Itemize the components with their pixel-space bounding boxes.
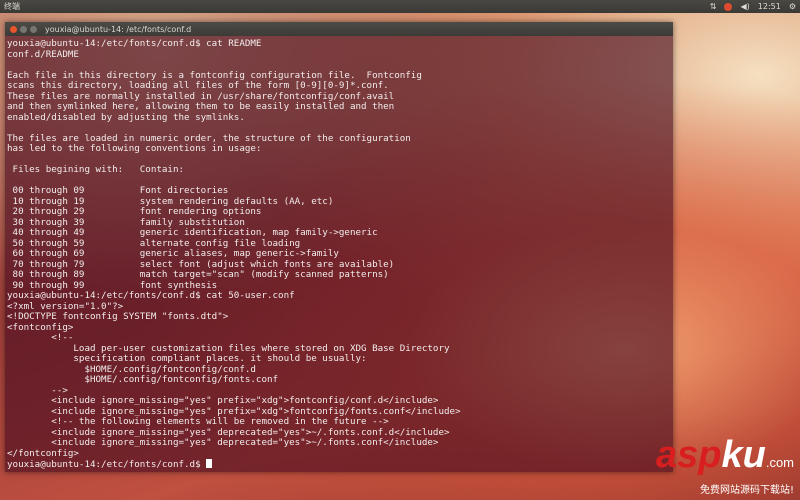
terminal-line: conf.d/README: [7, 48, 79, 60]
terminal-window: youxia@ubuntu-14: /etc/fonts/conf.d youx…: [5, 22, 673, 472]
terminal-line: specification compliant places. it shoul…: [7, 353, 367, 364]
watermark-subtitle: 免费网站源码下载站!: [699, 485, 794, 496]
terminal-line: Files begining with: Contain:: [7, 164, 185, 175]
terminal-line: 00 through 09 Font directories: [7, 185, 229, 196]
prompt: youxia@ubuntu-14:/etc/fonts/conf.d$: [7, 459, 207, 470]
terminal-line: <!-- the following elements will be remo…: [7, 416, 389, 427]
window-titlebar[interactable]: youxia@ubuntu-14: /etc/fonts/conf.d: [5, 22, 673, 36]
terminal-line: 60 through 69 generic aliases, map gener…: [7, 248, 339, 259]
mail-icon[interactable]: [724, 2, 733, 11]
minimize-button[interactable]: [20, 25, 27, 33]
volume-icon[interactable]: ◀): [740, 0, 749, 13]
app-title: 终端: [4, 2, 20, 11]
system-tray: ⇅ ◀) 12:51 ⚙: [710, 0, 796, 13]
watermark-ku: ku: [721, 434, 766, 476]
terminal-line: 20 through 29 font rendering options: [7, 206, 262, 217]
terminal-line: <fontconfig>: [7, 321, 74, 333]
terminal-line: and then symlinked here, allowing them t…: [7, 101, 395, 112]
window-title: youxia@ubuntu-14: /etc/fonts/conf.d: [45, 24, 192, 34]
terminal-line: 40 through 49 generic identification, ma…: [7, 227, 378, 238]
terminal-line: <!DOCTYPE fontconfig SYSTEM "fonts.dtd">: [7, 311, 229, 322]
terminal-line: scans this directory, loading all files …: [7, 80, 389, 91]
watermark-asp: asp: [655, 434, 722, 476]
terminal-line: enabled/disabled by adjusting the symlin…: [7, 111, 245, 123]
top-panel: 终端 ⇅ ◀) 12:51 ⚙: [0, 0, 800, 13]
network-icon[interactable]: ⇅: [710, 0, 717, 13]
power-icon[interactable]: ⚙: [789, 0, 796, 13]
cursor: [206, 459, 212, 468]
terminal-line: <include ignore_missing="yes" deprecated…: [7, 437, 439, 448]
close-button[interactable]: [10, 25, 17, 33]
clock[interactable]: 12:51: [758, 0, 781, 13]
maximize-button[interactable]: [30, 25, 37, 33]
terminal-line: <include ignore_missing="yes" prefix="xd…: [7, 395, 439, 406]
terminal-line: </fontconfig>: [7, 447, 79, 459]
watermark-com: .com: [765, 455, 794, 470]
terminal-line: 80 through 89 match target="scan" (modif…: [7, 269, 389, 280]
watermark: aspku.com 免费网站源码下载站!: [655, 434, 794, 496]
terminal-line: <!--: [7, 332, 74, 343]
terminal-line: youxia@ubuntu-14:/etc/fonts/conf.d$ cat …: [7, 38, 262, 49]
terminal-prompt-line[interactable]: youxia@ubuntu-14:/etc/fonts/conf.d$: [7, 459, 671, 470]
terminal-output[interactable]: youxia@ubuntu-14:/etc/fonts/conf.d$ cat …: [7, 38, 671, 470]
terminal-line: has led to the following conventions in …: [7, 143, 262, 154]
terminal-line: $HOME/.config/fontconfig/fonts.conf: [7, 374, 279, 385]
terminal-line: youxia@ubuntu-14:/etc/fonts/conf.d$ cat …: [7, 290, 295, 301]
